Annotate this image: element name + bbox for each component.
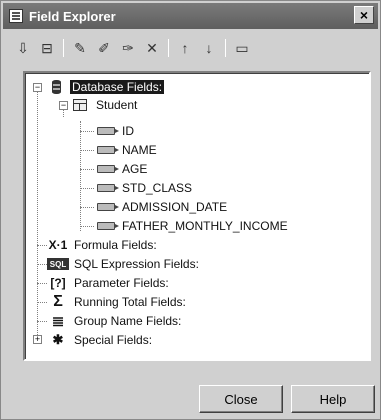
tree-node-label: Formula Fields: bbox=[74, 238, 157, 252]
toolbar-separator bbox=[63, 39, 64, 57]
rename-icon[interactable]: ✑ bbox=[116, 37, 140, 59]
field-explorer-window: Field Explorer × ⇩ ⊟ ✎ ✐ ✑ ✕ ↑ ↓ ▭ − Dat… bbox=[0, 0, 381, 420]
field-icon bbox=[95, 199, 119, 215]
browse-field-icon[interactable]: ⊟ bbox=[35, 37, 59, 59]
field-icon bbox=[95, 142, 119, 158]
formula-icon: X·1 bbox=[48, 238, 68, 252]
delete-icon[interactable]: ✕ bbox=[140, 37, 164, 59]
tree-connector bbox=[37, 283, 47, 284]
tree-connector bbox=[80, 121, 81, 231]
tree-node-label: Database Fields: bbox=[70, 80, 165, 94]
tree-connector bbox=[80, 207, 94, 208]
close-button[interactable]: Close bbox=[199, 385, 283, 413]
help-button[interactable]: Help bbox=[291, 385, 375, 413]
sigma-icon: Σ bbox=[53, 293, 63, 310]
tree-node-field[interactable]: AGE bbox=[95, 160, 149, 178]
new-icon[interactable]: ✎ bbox=[68, 37, 92, 59]
tree-node-label: Group Name Fields: bbox=[74, 314, 182, 328]
tree-connector bbox=[37, 245, 47, 246]
collapse-database-fields-toggle[interactable]: − bbox=[33, 83, 42, 92]
tree-node-formula-fields[interactable]: X·1 Formula Fields: bbox=[47, 236, 159, 254]
toolbar-separator bbox=[168, 39, 169, 57]
table-icon bbox=[69, 97, 91, 113]
tree-connector bbox=[80, 150, 94, 151]
field-label: STD_CLASS bbox=[122, 181, 193, 195]
field-label: ID bbox=[122, 124, 134, 138]
field-icon bbox=[95, 123, 119, 139]
tree-node-label: SQL Expression Fields: bbox=[74, 257, 199, 271]
field-tree[interactable]: − Database Fields: − Student ID NAME AGE… bbox=[23, 71, 371, 361]
tree-node-label: Parameter Fields: bbox=[74, 276, 169, 290]
tree-connector bbox=[80, 226, 94, 227]
field-label: ADMISSION_DATE bbox=[122, 200, 228, 214]
tree-connector bbox=[37, 302, 47, 303]
field-icon bbox=[95, 218, 119, 234]
move-down-icon[interactable]: ↓ bbox=[197, 37, 221, 59]
tree-connector bbox=[37, 264, 47, 265]
tree-node-student-table[interactable]: Student bbox=[69, 96, 139, 114]
database-icon bbox=[45, 79, 67, 95]
expand-special-fields-toggle[interactable]: + bbox=[33, 335, 42, 344]
field-label: FATHER_MONTHLY_INCOME bbox=[122, 219, 288, 233]
close-window-button[interactable]: × bbox=[354, 6, 374, 24]
title-bar[interactable]: Field Explorer × bbox=[3, 3, 378, 29]
tree-connector bbox=[37, 87, 38, 343]
tree-node-field[interactable]: ADMISSION_DATE bbox=[95, 198, 229, 216]
field-label: NAME bbox=[122, 143, 157, 157]
show-field-type-icon[interactable]: ▭ bbox=[230, 37, 254, 59]
edit-icon[interactable]: ✐ bbox=[92, 37, 116, 59]
group-name-icon: ≣ bbox=[51, 313, 65, 330]
tree-node-label: Running Total Fields: bbox=[74, 295, 186, 309]
collapse-student-toggle[interactable]: − bbox=[59, 101, 68, 110]
tree-node-field[interactable]: ID bbox=[95, 122, 136, 140]
tree-connector bbox=[37, 321, 47, 322]
tree-node-sql-expression-fields[interactable]: SQL SQL Expression Fields: bbox=[47, 255, 201, 273]
toolbar-separator bbox=[225, 39, 226, 57]
tree-node-field[interactable]: STD_CLASS bbox=[95, 179, 194, 197]
tree-node-field[interactable]: NAME bbox=[95, 141, 159, 159]
tree-node-database-fields[interactable]: Database Fields: bbox=[45, 78, 165, 96]
tree-node-label: Student bbox=[96, 98, 138, 112]
window-title: Field Explorer bbox=[29, 8, 116, 24]
field-icon bbox=[95, 180, 119, 196]
move-up-icon[interactable]: ↑ bbox=[173, 37, 197, 59]
tree-node-field[interactable]: FATHER_MONTHLY_INCOME bbox=[95, 217, 290, 235]
field-label: AGE bbox=[122, 162, 148, 176]
tree-node-parameter-fields[interactable]: [?] Parameter Fields: bbox=[47, 274, 171, 292]
tree-node-label: Special Fields: bbox=[74, 333, 153, 347]
parameter-icon: [?] bbox=[50, 276, 66, 290]
field-explorer-app-icon bbox=[9, 9, 23, 23]
toolbar: ⇩ ⊟ ✎ ✐ ✑ ✕ ↑ ↓ ▭ bbox=[3, 33, 378, 63]
tree-connector bbox=[80, 131, 94, 132]
tree-connector bbox=[80, 188, 94, 189]
tree-node-special-fields[interactable]: ✱ Special Fields: bbox=[47, 331, 154, 349]
field-icon bbox=[95, 161, 119, 177]
insert-to-report-icon[interactable]: ⇩ bbox=[11, 37, 35, 59]
sql-icon: SQL bbox=[47, 258, 69, 270]
special-fields-icon: ✱ bbox=[52, 332, 64, 347]
tree-node-running-total-fields[interactable]: Σ Running Total Fields: bbox=[47, 293, 188, 311]
tree-connector bbox=[80, 169, 94, 170]
tree-node-group-name-fields[interactable]: ≣ Group Name Fields: bbox=[47, 312, 183, 330]
